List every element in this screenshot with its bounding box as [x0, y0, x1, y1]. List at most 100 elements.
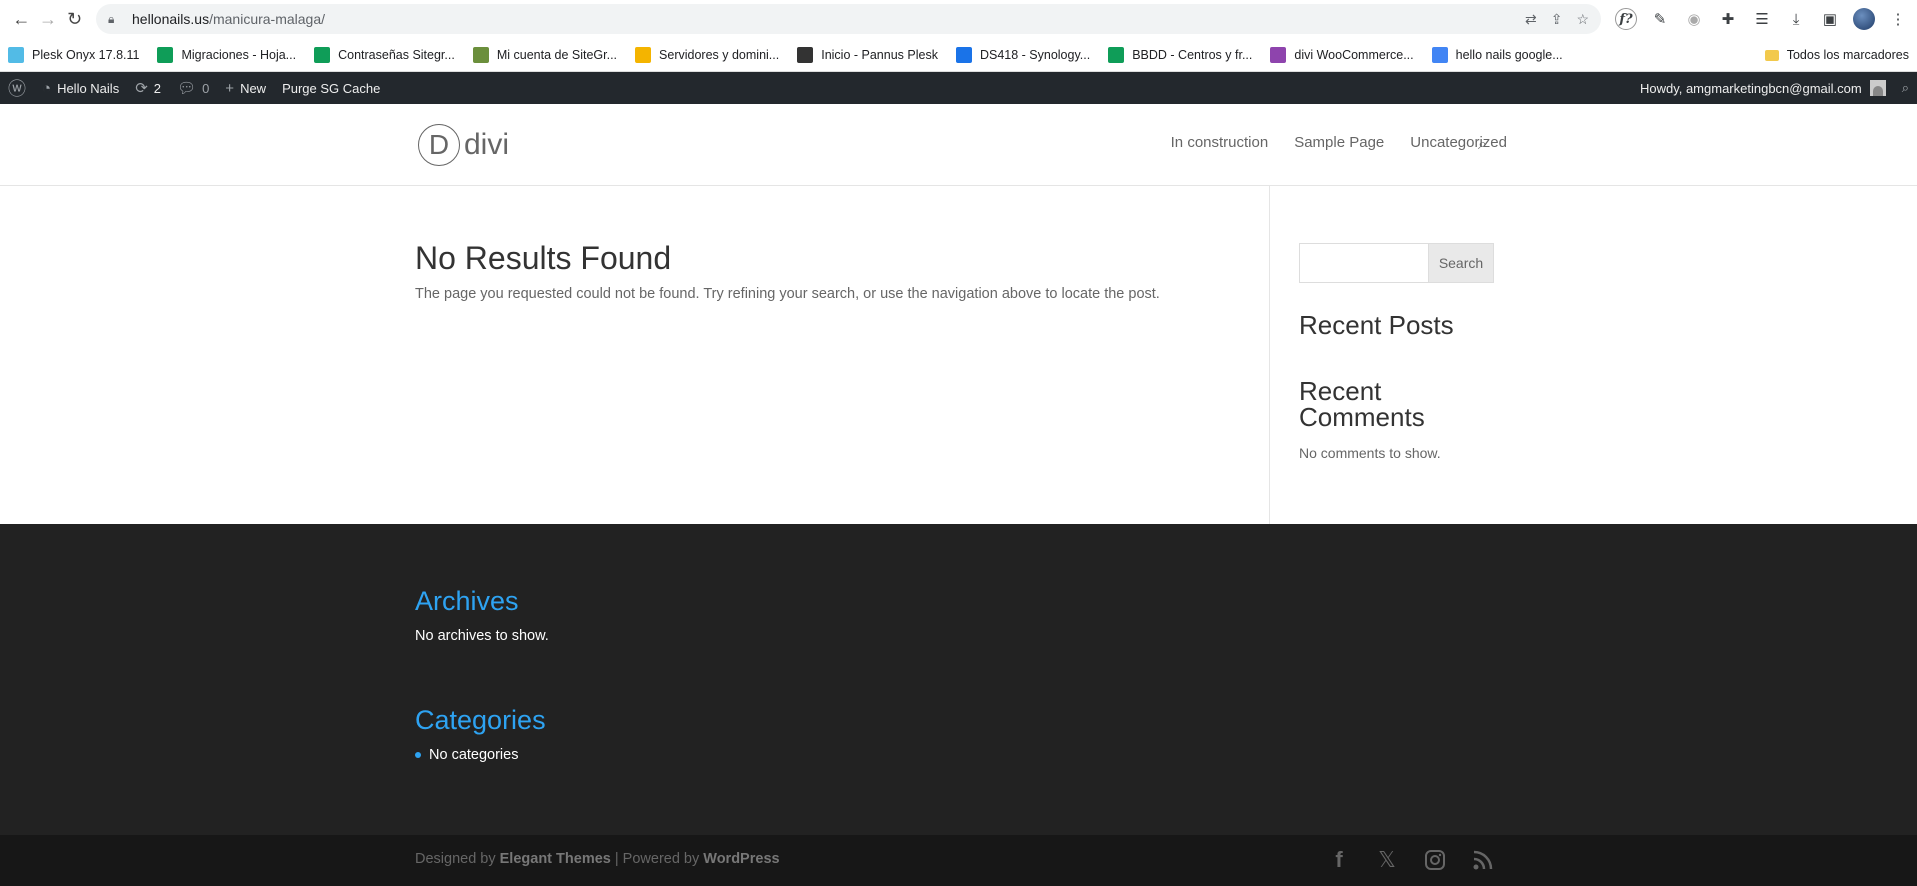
bookmark-item[interactable]: Mi cuenta de SiteGr...: [472, 47, 618, 63]
admin-search-icon[interactable]: ⌕: [1894, 72, 1917, 104]
bookmark-item[interactable]: DS418 - Synology...: [955, 47, 1091, 63]
page-title: No Results Found: [415, 240, 672, 276]
bookmark-item[interactable]: divi WooCommerce...: [1270, 47, 1414, 63]
my-account-link[interactable]: Howdy, amgmarketingbcn@gmail.com: [1632, 72, 1894, 104]
facebook-icon[interactable]: f: [1326, 847, 1352, 873]
no-comments-text: No comments to show.: [1299, 445, 1441, 461]
search-input[interactable]: [1299, 243, 1429, 283]
logo-mark: D: [418, 124, 460, 166]
wordpress-link[interactable]: WordPress: [703, 851, 779, 867]
wp-logo-icon[interactable]: ⓦ: [0, 72, 34, 104]
bookmark-label: Migraciones - Hoja...: [181, 48, 297, 62]
share-icon[interactable]: ⇪: [1551, 11, 1563, 28]
camera-extension-icon[interactable]: ◉: [1683, 8, 1705, 30]
pannus-icon: [797, 47, 814, 63]
bookmark-item[interactable]: Contraseñas Sitegr...: [314, 47, 455, 63]
footer-bottom-bar: Designed by Elegant Themes | Powered by …: [0, 835, 1917, 886]
search-icon[interactable]: ⌕: [1478, 136, 1487, 154]
updates-link[interactable]: ⟳ 2: [127, 72, 169, 104]
updates-count: 2: [153, 80, 162, 96]
all-bookmarks-label: Todos los marcadores: [1786, 48, 1909, 62]
plesk-icon: [8, 47, 24, 63]
rss-icon[interactable]: [1470, 847, 1496, 873]
eyedropper-extension-icon[interactable]: ✎: [1649, 8, 1671, 30]
main-content: No Results Found The page you requested …: [0, 186, 1917, 524]
sheets-icon: [1108, 47, 1125, 63]
site-name-label: Hello Nails: [57, 80, 120, 96]
address-bar[interactable]: 🔒︎ hellonails.us/manicura-malaga/ ⇄ ⇪ ☆: [96, 4, 1602, 34]
designed-by-text: Designed by: [415, 851, 500, 867]
comments-count: 0: [202, 80, 210, 96]
search-button[interactable]: Search: [1429, 243, 1494, 283]
sheets-icon: [314, 47, 331, 63]
nav-item-sample-page[interactable]: Sample Page: [1294, 134, 1384, 151]
bookmark-label: Mi cuenta de SiteGr...: [496, 48, 618, 62]
archives-text: No archives to show.: [415, 628, 549, 644]
footer-widgets: Archives No archives to show. Categories…: [0, 524, 1917, 835]
browser-toolbar: ← → ↻ 🔒︎ hellonails.us/manicura-malaga/ …: [0, 0, 1917, 38]
extensions-icon[interactable]: ✚: [1717, 8, 1739, 30]
new-label: New: [240, 80, 267, 96]
x-twitter-icon[interactable]: 𝕏: [1374, 847, 1400, 873]
nav-item-uncategorized[interactable]: Uncategorized: [1410, 134, 1507, 151]
wp-admin-bar: ⓦ ◔ Hello Nails ⟳ 2 💬︎ 0 + New Purge SG …: [0, 72, 1917, 104]
social-links: f 𝕏: [1326, 847, 1496, 873]
bookmark-label: Contraseñas Sitegr...: [338, 48, 455, 62]
url-host: hellonails.us: [132, 11, 210, 27]
nav-item-in-construction[interactable]: In construction: [1171, 134, 1269, 151]
bookmark-item[interactable]: hello nails google...: [1431, 47, 1563, 63]
comments-link[interactable]: 💬︎ 0: [169, 72, 217, 104]
site-logo[interactable]: D divi: [418, 124, 509, 166]
bookmark-label: BBDD - Centros y fr...: [1132, 48, 1253, 62]
profile-avatar[interactable]: [1853, 8, 1876, 30]
sheets-icon: [157, 47, 174, 63]
instagram-icon[interactable]: [1422, 847, 1448, 873]
bookmarks-bar: Plesk Onyx 17.8.11 Migraciones - Hoja... C…: [0, 38, 1917, 72]
folder-icon: [1764, 49, 1779, 61]
dsm-icon: [955, 47, 972, 63]
howdy-label: Howdy, amgmarketingbcn@gmail.com: [1639, 80, 1862, 96]
purge-cache-link[interactable]: Purge SG Cache: [274, 72, 388, 104]
download-icon[interactable]: ⤓: [1785, 8, 1807, 30]
dashboard-icon: ◔: [42, 79, 52, 97]
main-navigation: In construction Sample Page Uncategorize…: [1171, 134, 1507, 151]
not-found-message: The page you requested could not be foun…: [415, 286, 1160, 302]
url-path: /manicura-malaga/: [209, 11, 326, 27]
new-content-link[interactable]: + New: [217, 72, 274, 104]
font-extension-icon[interactable]: f?: [1615, 8, 1638, 30]
translate-icon[interactable]: ⇄: [1525, 11, 1537, 28]
categories-text: No categories: [429, 747, 519, 763]
footer-credits: Designed by Elegant Themes | Powered by …: [415, 851, 780, 867]
lock-icon: 🔒︎: [108, 12, 115, 26]
bookmark-label: Inicio - Pannus Plesk: [821, 48, 938, 62]
menu-icon[interactable]: ⋮: [1887, 8, 1909, 30]
categories-item: No categories: [415, 747, 518, 763]
reload-icon[interactable]: ↻: [61, 4, 88, 34]
all-bookmarks-folder[interactable]: Todos los marcadores: [1764, 48, 1909, 62]
recent-comments-heading-line2: Comments: [1299, 402, 1425, 432]
forward-icon[interactable]: →: [35, 4, 62, 34]
site-header: D divi In construction Sample Page Uncat…: [0, 104, 1917, 186]
side-panel-icon[interactable]: ▣: [1819, 8, 1841, 30]
recent-comments-heading-line1: Recent: [1299, 376, 1382, 406]
comment-icon: 💬︎: [177, 80, 197, 97]
google-icon: [1431, 47, 1448, 63]
bookmark-label: hello nails google...: [1455, 48, 1563, 62]
bookmark-item[interactable]: Plesk Onyx 17.8.11: [8, 47, 139, 63]
bullet-icon: [415, 752, 421, 759]
bookmark-item[interactable]: BBDD - Centros y fr...: [1108, 47, 1252, 63]
bookmark-item[interactable]: Inicio - Pannus Plesk: [797, 47, 938, 63]
reading-list-icon[interactable]: ☰: [1751, 8, 1773, 30]
avatar: [1869, 80, 1886, 96]
bookmark-label: DS418 - Synology...: [979, 48, 1091, 62]
elegant-themes-link[interactable]: Elegant Themes: [500, 851, 611, 867]
bookmark-item[interactable]: Migraciones - Hoja...: [157, 47, 296, 63]
star-icon[interactable]: ☆: [1576, 11, 1589, 28]
bookmark-label: Servidores y domini...: [659, 48, 780, 62]
categories-heading: Categories: [415, 705, 546, 735]
back-icon[interactable]: ←: [8, 4, 35, 34]
bookmark-label: Plesk Onyx 17.8.11: [32, 48, 140, 62]
bookmark-item[interactable]: Servidores y domini...: [635, 47, 779, 63]
purge-label: Purge SG Cache: [282, 80, 381, 96]
site-name-link[interactable]: ◔ Hello Nails: [34, 72, 127, 104]
